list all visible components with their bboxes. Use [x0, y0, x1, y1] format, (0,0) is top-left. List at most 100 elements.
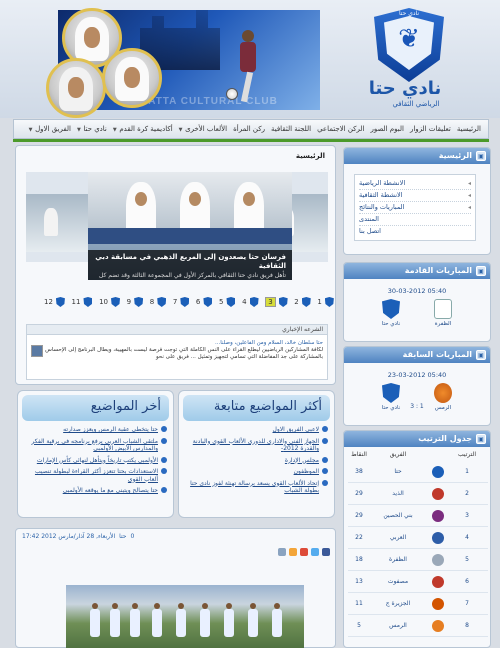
standings-team: الرمس — [389, 622, 407, 629]
sidebar-menu-item[interactable]: المنتدى — [359, 214, 471, 226]
slider-page-button[interactable]: 7 — [173, 297, 190, 307]
hatta-crest-icon — [382, 383, 400, 403]
nav-item[interactable]: نادي حتا ▼ — [74, 125, 110, 133]
google-share-icon[interactable] — [300, 548, 308, 556]
team-crest-icon — [432, 619, 444, 632]
nav-item[interactable]: اللجنة الثقافية — [268, 125, 314, 133]
sidebar-menu-item[interactable]: اتصل بنا — [359, 226, 471, 237]
slide-prev-image[interactable] — [26, 194, 88, 252]
standings-row[interactable]: 22 العربي 4 — [348, 527, 488, 549]
dhafra-crest-icon — [434, 299, 452, 319]
hatta-mini-icon — [55, 297, 65, 307]
standings-row[interactable]: 29 بني الحصين 3 — [348, 505, 488, 527]
comment-meta[interactable]: حتا سلطان خالد، السلام ومن الفاعلين، وصل… — [31, 340, 323, 347]
slider-page-button[interactable]: 5 — [219, 297, 236, 307]
topic-link[interactable]: إتحاد الألعاب القوى يسعد برسالة تهنئة لف… — [185, 479, 328, 497]
slider-page-button[interactable]: 8 — [150, 297, 167, 307]
standings-title: ▣ جدول الترتيب — [344, 431, 490, 447]
twitter-share-icon[interactable] — [311, 548, 319, 556]
standings-row[interactable]: 11 الجزيرة ج 7 — [348, 593, 488, 615]
topic-link[interactable]: الاستعدادات بحتا تتعزز أكثر القراءة لبطو… — [24, 467, 167, 485]
standings-header: النقاط الفريق الترتيب — [348, 451, 488, 461]
prev-match-panel: ▣ المباريات السابقة 23-03-2012 05:40 ناد… — [343, 346, 491, 426]
rams-crest-icon — [434, 383, 452, 403]
topic-link[interactable]: مجلس الإدارة — [185, 456, 328, 467]
next-match-away[interactable]: الظفرة — [428, 299, 458, 327]
nav-item[interactable]: تعليقات الزوار — [407, 125, 454, 133]
slider-page-button[interactable]: 9 — [127, 297, 144, 307]
latest-topics-box: أخر المواضيع حتا يتخطى عقبة الرمس ويعزز … — [17, 390, 174, 518]
standings-table: النقاط الفريق الترتيب 38 حتا 1 29 الذيد 2 29 بن… — [348, 451, 488, 637]
slider-page-button[interactable]: 2 — [294, 297, 311, 307]
facebook-share-icon[interactable] — [322, 548, 330, 556]
standings-rank: 5 — [465, 556, 469, 563]
share-bar — [22, 547, 330, 557]
topic-link[interactable]: الجهاز الفني والاداري للدوري الألعاب الق… — [185, 437, 328, 455]
hatta-mini-icon — [203, 297, 213, 307]
topic-link[interactable]: ملتقى الشباب العربي يرفع برنامجه في برقي… — [24, 437, 167, 455]
slider-page-number: 5 — [219, 298, 224, 306]
slide-caption[interactable]: فرسان حتا يصعدون إلى المربع الذهبي في مس… — [88, 250, 292, 280]
standings-rank: 2 — [465, 490, 469, 497]
nav-item[interactable]: ركن المرأة — [230, 125, 268, 133]
hatta-mini-icon — [180, 297, 190, 307]
nav-item[interactable]: أكاديمية كرة القدم ▼ — [110, 125, 176, 133]
slide-current[interactable]: فرسان حتا يصعدون إلى المربع الذهبي في مس… — [88, 172, 292, 280]
slider-page-button[interactable]: 6 — [196, 297, 213, 307]
nav-item[interactable]: الرئيسية — [454, 125, 484, 133]
topic-link[interactable]: لاعبي الفريق الاول — [185, 425, 328, 436]
sidebar-menu-item[interactable]: الانشطة الثقافية ◂ — [359, 190, 471, 202]
topic-link[interactable]: حتا يتخطى عقبة الرمس ويعزز صدارته — [24, 425, 167, 436]
nav-item[interactable]: البوم الصور — [367, 125, 407, 133]
slider-page-button[interactable]: 4 — [242, 297, 259, 307]
standings-row[interactable]: 29 الذيد 2 — [348, 483, 488, 505]
sidebar-menu-item[interactable]: المباريات والنتائج ◂ — [359, 202, 471, 214]
standings-row[interactable]: 5 الرمس 8 — [348, 615, 488, 637]
nav-item[interactable]: الألعاب الأخرى ▼ — [176, 125, 230, 133]
chevron-down-icon: ▼ — [28, 127, 35, 133]
next-match-home-name: نادي حتا — [381, 321, 401, 327]
news-slider[interactable]: فرسان حتا يصعدون إلى المربع الذهبي في مس… — [26, 172, 328, 280]
topic-link[interactable]: حتا يتصالح ويتبنى مع ما يوقعه الأولمبي — [24, 486, 167, 497]
email-share-icon[interactable] — [278, 548, 286, 556]
prev-match-away[interactable]: الرمس — [428, 383, 458, 411]
slider-page-button[interactable]: 3 — [265, 297, 288, 307]
standings-rank: 8 — [465, 622, 469, 629]
topic-link[interactable]: الموظفون — [185, 467, 328, 478]
standings-team: بني الحصين — [383, 512, 413, 519]
prev-match-home[interactable]: نادي حتا — [376, 383, 406, 411]
popular-topics-list: لاعبي الفريق الاول الجهاز الفني والاداري … — [185, 425, 328, 497]
post-meta-author[interactable]: حتا — [119, 533, 126, 543]
nav-item-label: نادي حتا — [83, 125, 107, 133]
standings-points: 38 — [355, 468, 363, 475]
standings-row[interactable]: 18 الظفرة 5 — [348, 549, 488, 571]
nav-item[interactable]: الركن الاجتماعي — [314, 125, 367, 133]
slide-caption-title: فرسان حتا يصعدون إلى المربع الذهبي في مس… — [95, 253, 286, 270]
prev-match-score: 3 : 1 — [410, 403, 424, 410]
chevron-left-icon: ◂ — [467, 180, 471, 187]
nav-item-label: الركن الاجتماعي — [317, 125, 365, 133]
prev-match[interactable]: 23-03-2012 05:40 نادي حتا 3 : 1 الرمس — [348, 367, 486, 423]
sidebar-menu-label: المباريات والنتائج — [359, 203, 405, 211]
panel-header-icon: ▣ — [476, 151, 486, 161]
share-more-icon[interactable] — [289, 548, 297, 556]
topic-link[interactable]: الأولمبي يكتب تاريخاً ويتأهل لنهائي كأس … — [24, 456, 167, 467]
team-crest-icon — [432, 531, 444, 544]
sidebar-menu-label: المنتدى — [359, 215, 379, 223]
next-match[interactable]: 30-03-2012 05:40 نادي حتا الظفرة — [348, 283, 486, 339]
slider-page-button[interactable]: 12 — [44, 297, 65, 307]
popular-topics-title: أكثر المواضيع متابعة — [183, 395, 330, 421]
next-match-home[interactable]: نادي حتا — [376, 299, 406, 327]
sidebar-menu-item[interactable]: الانشطة الرياضية ◂ — [359, 178, 471, 190]
nav-item[interactable]: الفريق الاول ▼ — [26, 125, 74, 133]
slider-page-button[interactable]: 10 — [99, 297, 121, 307]
slider-page-button[interactable]: 1 — [317, 297, 334, 307]
standings-row[interactable]: 38 حتا 1 — [348, 461, 488, 483]
slider-page-button[interactable]: 11 — [72, 297, 93, 307]
sidebar-menu-label: الانشطة الثقافية — [359, 191, 403, 199]
chevron-down-icon: ▼ — [76, 127, 83, 133]
post-photo[interactable] — [66, 585, 304, 648]
standings-row[interactable]: 13 مصفوت 6 — [348, 571, 488, 593]
comment-thumbnail[interactable] — [31, 345, 43, 357]
standings-points: 5 — [357, 622, 361, 629]
